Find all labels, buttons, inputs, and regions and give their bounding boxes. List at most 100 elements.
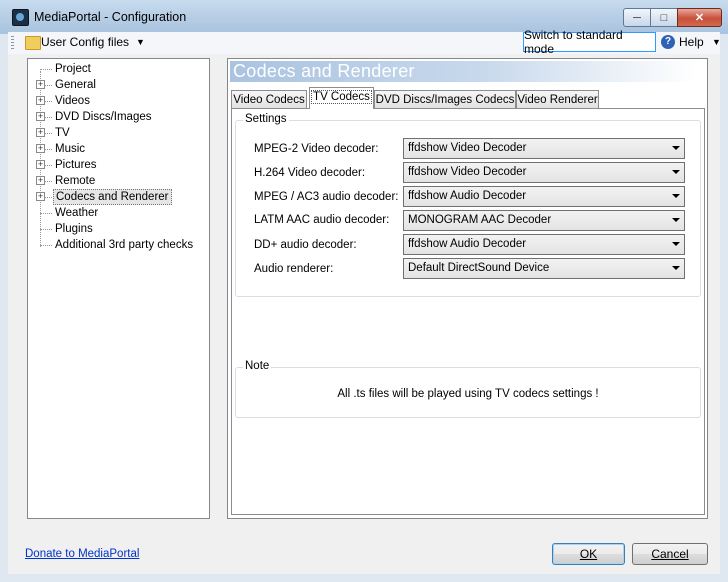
h264-video-decoder-label: H.264 Video decoder: [254,167,366,179]
help-icon[interactable]: ? [661,35,675,49]
help-menu[interactable]: Help [679,35,704,49]
expand-plus-icon[interactable]: + [36,80,45,89]
tree-item-label[interactable]: Plugins [53,221,95,237]
expand-plus-icon[interactable]: + [36,192,45,201]
tree-item-label[interactable]: Music [53,141,87,157]
tab-label: TV Codecs [311,90,372,104]
dropdown-arrow-icon [672,218,680,222]
expand-plus-icon[interactable]: + [36,112,45,121]
tree-item-label[interactable]: Additional 3rd party checks [53,237,195,253]
cancel-button[interactable]: Cancel [632,543,708,565]
mpeg-ac3-audio-decoder-label: MPEG / AC3 audio decoder: [254,191,399,203]
note-text: All .ts files will be played using TV co… [337,388,599,400]
tree-item-label[interactable]: Videos [53,93,92,109]
tree-item-tv[interactable]: + TV [28,125,209,141]
note-group: Note All .ts files will be played using … [235,360,701,418]
tree-item-label[interactable]: Pictures [53,157,99,173]
ddplus-audio-decoder-select[interactable]: ffdshow Audio Decoder [403,234,685,255]
latm-aac-audio-decoder-select[interactable]: MONOGRAM AAC Decoder [403,210,685,231]
select-value: ffdshow Audio Decoder [408,238,527,250]
mediaportal-app-icon [12,9,29,26]
tree-item-pictures[interactable]: + Pictures [28,157,209,173]
tab-label: Video Renderer [517,94,598,106]
tab-video-codecs[interactable]: Video Codecs [231,90,307,108]
ok-button-label: OK [579,547,598,561]
tree-branch-line [40,229,52,231]
settings-group: Settings MPEG-2 Video decoder: ffdshow V… [235,113,701,297]
tab-content: Settings MPEG-2 Video decoder: ffdshow V… [231,108,705,515]
tree-item-weather[interactable]: Weather [28,205,209,221]
dropdown-arrow-icon [672,194,680,198]
dropdown-arrow-icon [672,146,680,150]
donate-link[interactable]: Donate to MediaPortal [25,548,139,560]
expand-plus-icon[interactable]: + [36,176,45,185]
tree-item-plugins[interactable]: Plugins [28,221,209,237]
select-value: ffdshow Video Decoder [408,166,527,178]
dropdown-arrow-icon [672,266,680,270]
mpeg-ac3-audio-decoder-select[interactable]: ffdshow Audio Decoder [403,186,685,207]
panel-header: Codecs and Renderer [230,61,695,82]
minimize-button[interactable]: ─ [623,8,651,27]
mpeg2-video-decoder-label: MPEG-2 Video decoder: [254,143,379,155]
tab-label: DVD Discs/Images Codecs [375,94,515,106]
tree-item-remote[interactable]: + Remote [28,173,209,189]
tab-dvd-discs-images-codecs[interactable]: DVD Discs/Images Codecs [374,90,516,108]
tree-branch-line [40,213,52,215]
switch-to-standard-mode-button[interactable]: Switch to standard mode [523,28,656,56]
tree-item-general[interactable]: + General [28,77,209,93]
folder-icon [25,36,41,50]
maximize-icon: □ [660,11,668,24]
close-button[interactable]: ✕ [677,8,722,27]
mpeg2-video-decoder-select[interactable]: ffdshow Video Decoder [403,138,685,159]
dropdown-arrow-icon [672,242,680,246]
tree-item-label[interactable]: TV [53,125,72,141]
ok-button[interactable]: OK [552,543,625,565]
dropdown-arrow-icon [672,170,680,174]
expand-plus-icon[interactable]: + [36,128,45,137]
help-chevron-down-icon[interactable]: ▼ [712,37,721,47]
tab-video-renderer[interactable]: Video Renderer [516,90,599,108]
expand-plus-icon[interactable]: + [36,144,45,153]
tree-item-label[interactable]: Project [53,61,93,77]
user-config-files-menu[interactable]: User Config files [41,35,129,49]
window-title: MediaPortal - Configuration [34,10,187,24]
tree-item-label-selected[interactable]: Codecs and Renderer [53,189,172,205]
cancel-button-label: Cancel [651,547,689,561]
tree-item-additional-3rd-party-checks[interactable]: Additional 3rd party checks [28,237,209,253]
tab-label: Video Codecs [233,94,305,106]
tab-tv-codecs[interactable]: TV Codecs [309,87,374,109]
panel-title: Codecs and Renderer [233,61,415,81]
tree-item-music[interactable]: + Music [28,141,209,157]
audio-renderer-select[interactable]: Default DirectSound Device [403,258,685,279]
minimize-icon: ─ [633,11,641,24]
tree-item-label[interactable]: Weather [53,205,100,221]
section-tree[interactable]: Project + General + Videos + DVD Discs/I… [27,58,210,519]
toolbar-grip-icon[interactable] [11,36,14,50]
select-value: ffdshow Video Decoder [408,142,527,154]
tree-item-label[interactable]: Remote [53,173,97,189]
select-value: Default DirectSound Device [408,262,550,274]
toolbar: User Config files ▼ Switch to standard m… [8,28,721,56]
chevron-down-icon[interactable]: ▼ [136,37,145,47]
tree-branch-line [40,245,52,247]
note-group-title: Note [243,360,272,372]
tree-branch-line [40,69,52,71]
maximize-button[interactable]: □ [650,8,678,27]
tree-item-label[interactable]: DVD Discs/Images [53,109,154,125]
tree-item-label[interactable]: General [53,77,98,93]
window-caption-buttons: ─ □ ✕ [623,8,722,27]
ddplus-audio-decoder-label: DD+ audio decoder: [254,239,357,251]
audio-renderer-label: Audio renderer: [254,263,334,275]
tree-item-codecs-and-renderer[interactable]: + Codecs and Renderer [28,189,209,205]
select-value: ffdshow Audio Decoder [408,190,527,202]
expand-plus-icon[interactable]: + [36,96,45,105]
select-value: MONOGRAM AAC Decoder [408,214,552,226]
client-area: Project + General + Videos + DVD Discs/I… [8,54,720,574]
expand-plus-icon[interactable]: + [36,160,45,169]
tree-item-dvd-discs-images[interactable]: + DVD Discs/Images [28,109,209,125]
close-icon: ✕ [694,12,705,24]
tree-item-project[interactable]: Project [28,61,209,77]
tree-item-videos[interactable]: + Videos [28,93,209,109]
settings-panel: Codecs and Renderer Video Codecs TV Code… [227,58,708,519]
h264-video-decoder-select[interactable]: ffdshow Video Decoder [403,162,685,183]
